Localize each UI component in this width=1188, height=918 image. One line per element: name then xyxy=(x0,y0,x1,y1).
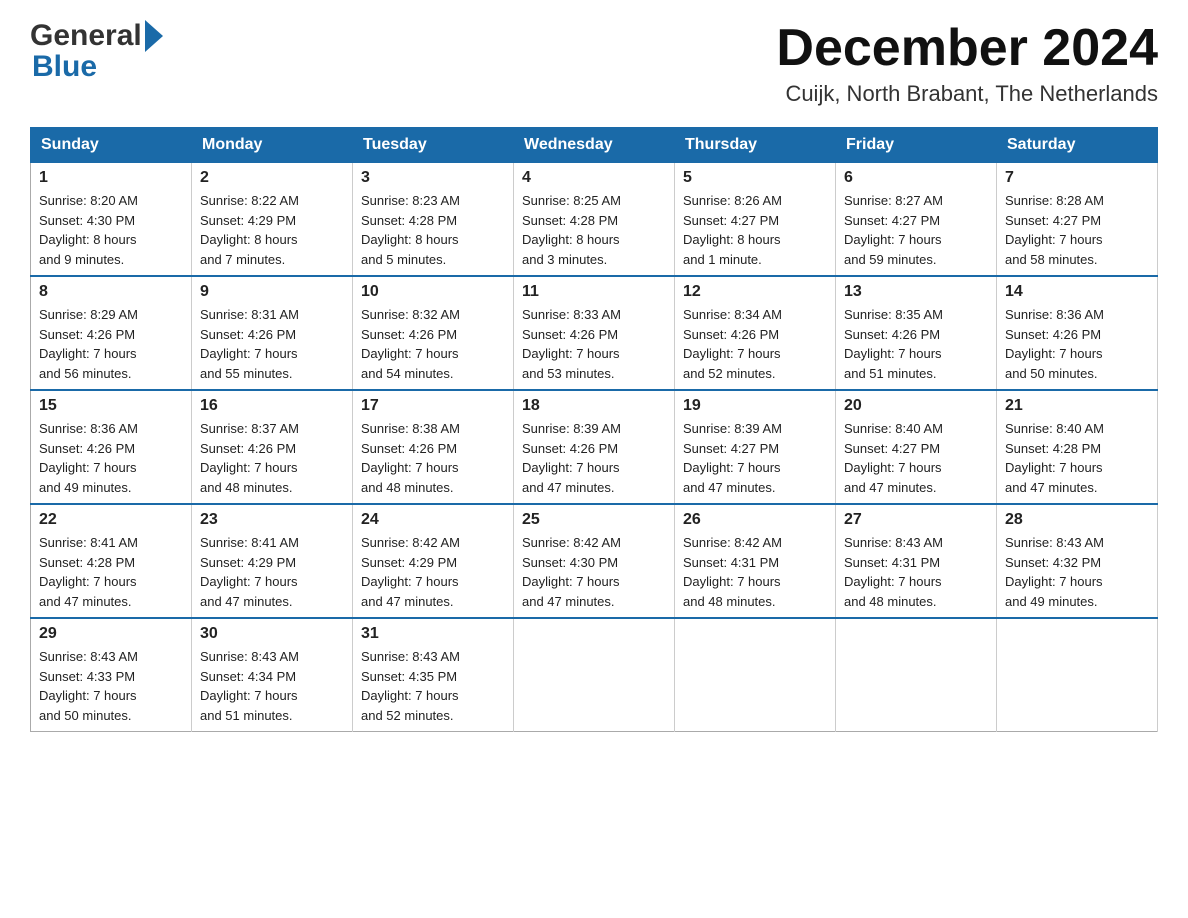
weekday-header-tuesday: Tuesday xyxy=(353,128,514,163)
calendar-week-row: 22Sunrise: 8:41 AMSunset: 4:28 PMDayligh… xyxy=(31,504,1158,618)
logo: General Blue xyxy=(30,20,163,82)
calendar-cell: 23Sunrise: 8:41 AMSunset: 4:29 PMDayligh… xyxy=(192,504,353,618)
logo-blue-text: Blue xyxy=(32,50,97,83)
day-number: 2 xyxy=(200,169,344,187)
calendar-cell xyxy=(675,618,836,732)
calendar-cell: 25Sunrise: 8:42 AMSunset: 4:30 PMDayligh… xyxy=(514,504,675,618)
day-number: 27 xyxy=(844,511,988,529)
day-number: 30 xyxy=(200,625,344,643)
calendar-cell: 6Sunrise: 8:27 AMSunset: 4:27 PMDaylight… xyxy=(836,163,997,277)
day-number: 16 xyxy=(200,397,344,415)
day-number: 8 xyxy=(39,283,183,301)
calendar-cell: 24Sunrise: 8:42 AMSunset: 4:29 PMDayligh… xyxy=(353,504,514,618)
calendar-cell: 18Sunrise: 8:39 AMSunset: 4:26 PMDayligh… xyxy=(514,390,675,504)
location-subtitle: Cuijk, North Brabant, The Netherlands xyxy=(776,81,1158,107)
day-number: 7 xyxy=(1005,169,1149,187)
calendar-cell: 2Sunrise: 8:22 AMSunset: 4:29 PMDaylight… xyxy=(192,163,353,277)
day-number: 5 xyxy=(683,169,827,187)
calendar-cell: 28Sunrise: 8:43 AMSunset: 4:32 PMDayligh… xyxy=(997,504,1158,618)
day-number: 25 xyxy=(522,511,666,529)
weekday-header-wednesday: Wednesday xyxy=(514,128,675,163)
day-number: 4 xyxy=(522,169,666,187)
calendar-cell: 5Sunrise: 8:26 AMSunset: 4:27 PMDaylight… xyxy=(675,163,836,277)
day-number: 26 xyxy=(683,511,827,529)
calendar-cell: 16Sunrise: 8:37 AMSunset: 4:26 PMDayligh… xyxy=(192,390,353,504)
weekday-header-friday: Friday xyxy=(836,128,997,163)
calendar-cell xyxy=(836,618,997,732)
calendar-cell: 20Sunrise: 8:40 AMSunset: 4:27 PMDayligh… xyxy=(836,390,997,504)
calendar-cell: 21Sunrise: 8:40 AMSunset: 4:28 PMDayligh… xyxy=(997,390,1158,504)
calendar-cell xyxy=(514,618,675,732)
calendar-week-row: 1Sunrise: 8:20 AMSunset: 4:30 PMDaylight… xyxy=(31,163,1158,277)
calendar-cell: 1Sunrise: 8:20 AMSunset: 4:30 PMDaylight… xyxy=(31,163,192,277)
calendar-cell: 31Sunrise: 8:43 AMSunset: 4:35 PMDayligh… xyxy=(353,618,514,732)
month-title: December 2024 xyxy=(776,20,1158,77)
calendar-cell: 7Sunrise: 8:28 AMSunset: 4:27 PMDaylight… xyxy=(997,163,1158,277)
weekday-header-row: SundayMondayTuesdayWednesdayThursdayFrid… xyxy=(31,128,1158,163)
calendar-cell: 27Sunrise: 8:43 AMSunset: 4:31 PMDayligh… xyxy=(836,504,997,618)
calendar-cell: 13Sunrise: 8:35 AMSunset: 4:26 PMDayligh… xyxy=(836,276,997,390)
day-number: 19 xyxy=(683,397,827,415)
day-number: 9 xyxy=(200,283,344,301)
calendar-cell: 26Sunrise: 8:42 AMSunset: 4:31 PMDayligh… xyxy=(675,504,836,618)
day-number: 10 xyxy=(361,283,505,301)
calendar-cell: 22Sunrise: 8:41 AMSunset: 4:28 PMDayligh… xyxy=(31,504,192,618)
day-number: 21 xyxy=(1005,397,1149,415)
calendar-cell: 29Sunrise: 8:43 AMSunset: 4:33 PMDayligh… xyxy=(31,618,192,732)
day-number: 12 xyxy=(683,283,827,301)
day-number: 28 xyxy=(1005,511,1149,529)
day-number: 23 xyxy=(200,511,344,529)
calendar-cell: 8Sunrise: 8:29 AMSunset: 4:26 PMDaylight… xyxy=(31,276,192,390)
calendar-cell: 30Sunrise: 8:43 AMSunset: 4:34 PMDayligh… xyxy=(192,618,353,732)
day-number: 14 xyxy=(1005,283,1149,301)
calendar-cell: 4Sunrise: 8:25 AMSunset: 4:28 PMDaylight… xyxy=(514,163,675,277)
day-number: 24 xyxy=(361,511,505,529)
calendar-cell: 12Sunrise: 8:34 AMSunset: 4:26 PMDayligh… xyxy=(675,276,836,390)
calendar-week-row: 8Sunrise: 8:29 AMSunset: 4:26 PMDaylight… xyxy=(31,276,1158,390)
calendar-week-row: 15Sunrise: 8:36 AMSunset: 4:26 PMDayligh… xyxy=(31,390,1158,504)
day-number: 31 xyxy=(361,625,505,643)
day-number: 13 xyxy=(844,283,988,301)
day-number: 3 xyxy=(361,169,505,187)
day-number: 11 xyxy=(522,283,666,301)
calendar-week-row: 29Sunrise: 8:43 AMSunset: 4:33 PMDayligh… xyxy=(31,618,1158,732)
calendar-cell: 9Sunrise: 8:31 AMSunset: 4:26 PMDaylight… xyxy=(192,276,353,390)
title-area: December 2024 Cuijk, North Brabant, The … xyxy=(776,20,1158,107)
day-number: 22 xyxy=(39,511,183,529)
calendar-cell: 19Sunrise: 8:39 AMSunset: 4:27 PMDayligh… xyxy=(675,390,836,504)
weekday-header-monday: Monday xyxy=(192,128,353,163)
calendar-cell: 10Sunrise: 8:32 AMSunset: 4:26 PMDayligh… xyxy=(353,276,514,390)
calendar-cell xyxy=(997,618,1158,732)
logo-arrow-icon xyxy=(145,20,163,52)
day-number: 29 xyxy=(39,625,183,643)
logo-general-text: General xyxy=(30,21,142,51)
page-header: General Blue December 2024 Cuijk, North … xyxy=(30,20,1158,107)
weekday-header-saturday: Saturday xyxy=(997,128,1158,163)
calendar-table: SundayMondayTuesdayWednesdayThursdayFrid… xyxy=(30,127,1158,732)
day-number: 15 xyxy=(39,397,183,415)
calendar-cell: 11Sunrise: 8:33 AMSunset: 4:26 PMDayligh… xyxy=(514,276,675,390)
day-number: 20 xyxy=(844,397,988,415)
day-number: 17 xyxy=(361,397,505,415)
weekday-header-sunday: Sunday xyxy=(31,128,192,163)
calendar-cell: 15Sunrise: 8:36 AMSunset: 4:26 PMDayligh… xyxy=(31,390,192,504)
day-number: 6 xyxy=(844,169,988,187)
weekday-header-thursday: Thursday xyxy=(675,128,836,163)
calendar-cell: 3Sunrise: 8:23 AMSunset: 4:28 PMDaylight… xyxy=(353,163,514,277)
day-number: 18 xyxy=(522,397,666,415)
calendar-cell: 14Sunrise: 8:36 AMSunset: 4:26 PMDayligh… xyxy=(997,276,1158,390)
calendar-cell: 17Sunrise: 8:38 AMSunset: 4:26 PMDayligh… xyxy=(353,390,514,504)
day-number: 1 xyxy=(39,169,183,187)
